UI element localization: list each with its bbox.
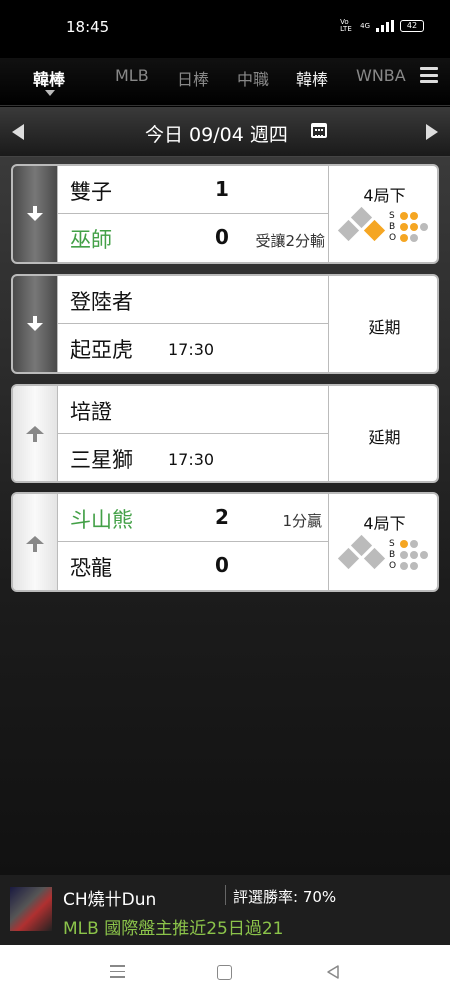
cellular-label: 4G — [360, 22, 370, 30]
game-status-cell: 延期 — [328, 386, 437, 481]
team-score: 0 — [215, 553, 229, 577]
win-rate: 評選勝率: 70% — [233, 888, 337, 906]
team-score: 1 — [215, 177, 229, 201]
away-team-row: 恐龍 0 — [58, 542, 328, 590]
league-tab-bar: 韓棒 MLB 日棒 中職 韓棒 WNBA — [0, 58, 450, 106]
game-time: 17:30 — [168, 340, 215, 359]
inning-label: 4局下 — [363, 514, 406, 533]
home-team-row: 登陸者 — [58, 276, 328, 324]
bases-diamond-icon — [337, 206, 386, 250]
game-list: 雙子 1 巫師 0 受讓2分輸 4局下 S B O 登陸者 起亞虎 17:30 … — [0, 157, 450, 875]
status-icons: Vo LTE 4G 42 — [340, 19, 424, 33]
expert-name: CH燒卄Dun — [63, 890, 157, 910]
sbo-indicator: S B O — [389, 538, 428, 571]
game-card[interactable]: 斗山熊 2 1分贏 恐龍 0 4局下 S B O — [11, 492, 439, 592]
away-team-row: 起亞虎 17:30 — [58, 324, 328, 372]
avatar — [10, 887, 52, 931]
arrow-up-icon — [26, 426, 44, 442]
signal-icon — [376, 20, 394, 32]
arrow-down-icon — [27, 316, 43, 332]
tab-wnba[interactable]: WNBA — [356, 66, 406, 85]
active-tab-caret-icon — [45, 90, 55, 96]
team-name: 斗山熊 — [70, 508, 133, 532]
game-card[interactable]: 雙子 1 巫師 0 受讓2分輸 4局下 S B O — [11, 164, 439, 264]
tab-cpbl[interactable]: 中職 — [237, 66, 269, 90]
arrow-down-icon — [27, 206, 43, 222]
postponed-label: 延期 — [368, 318, 401, 337]
menu-icon[interactable] — [420, 67, 438, 83]
promo-message: MLB 國際盤主推近25日過21 — [63, 919, 284, 939]
tab-kbo[interactable]: 韓棒 — [33, 66, 65, 90]
expand-toggle[interactable] — [13, 494, 58, 590]
calendar-icon[interactable] — [311, 123, 327, 138]
team-score: 2 — [215, 505, 229, 529]
team-name: 巫師 — [70, 228, 112, 252]
system-nav-bar — [0, 945, 450, 1000]
home-team-row: 雙子 1 — [58, 166, 328, 214]
back-icon[interactable] — [325, 964, 341, 980]
status-bar: 18:45 Vo LTE 4G 42 — [0, 0, 450, 58]
first-base-icon — [363, 547, 386, 570]
tab-kbo-2[interactable]: 韓棒 — [296, 66, 328, 90]
team-name: 雙子 — [70, 180, 112, 204]
away-team-row: 三星獅 17:30 — [58, 434, 328, 481]
sbo-indicator: S B O — [389, 210, 428, 243]
recent-apps-icon[interactable] — [110, 965, 125, 979]
home-icon[interactable] — [217, 965, 232, 980]
date-bar: 今日 09/04 週四 — [0, 107, 450, 157]
divider — [225, 885, 226, 905]
first-base-icon — [363, 219, 386, 242]
postponed-label: 延期 — [368, 428, 401, 447]
status-time: 18:45 — [66, 18, 110, 36]
home-team-row: 培證 — [58, 386, 328, 434]
game-card[interactable]: 登陸者 起亞虎 17:30 延期 — [11, 274, 439, 374]
expand-toggle[interactable] — [13, 386, 58, 481]
team-name: 培證 — [70, 400, 112, 424]
expand-toggle[interactable] — [13, 166, 58, 262]
team-name: 登陸者 — [70, 290, 133, 314]
game-status-cell: 延期 — [328, 276, 437, 372]
team-name: 三星獅 — [70, 448, 133, 472]
expand-toggle[interactable] — [13, 276, 58, 372]
team-score: 0 — [215, 225, 229, 249]
arrow-up-icon — [26, 536, 44, 552]
game-time: 17:30 — [168, 450, 215, 469]
bases-diamond-icon — [337, 534, 386, 578]
handicap-result: 受讓2分輸 — [255, 232, 325, 250]
volte-icon: Vo LTE — [340, 18, 352, 33]
game-status-cell: 4局下 S B O — [328, 166, 437, 262]
home-team-row: 斗山熊 2 1分贏 — [58, 494, 328, 542]
expert-banner[interactable]: CH燒卄Dun 評選勝率: 70% MLB 國際盤主推近25日過21 — [0, 875, 450, 945]
handicap-result: 1分贏 — [282, 512, 322, 530]
game-status-cell: 4局下 S B O — [328, 494, 437, 590]
game-card[interactable]: 培證 三星獅 17:30 延期 — [11, 384, 439, 483]
next-day-arrow-icon[interactable] — [426, 124, 438, 140]
team-name: 恐龍 — [70, 556, 112, 580]
tab-mlb[interactable]: MLB — [115, 66, 149, 85]
date-label: 今日 09/04 週四 — [145, 124, 288, 146]
tab-npb[interactable]: 日棒 — [177, 66, 209, 90]
battery-icon: 42 — [400, 20, 424, 32]
inning-label: 4局下 — [363, 186, 406, 205]
away-team-row: 巫師 0 受讓2分輸 — [58, 214, 328, 262]
previous-day-arrow-icon[interactable] — [12, 124, 24, 140]
team-name: 起亞虎 — [70, 338, 133, 362]
